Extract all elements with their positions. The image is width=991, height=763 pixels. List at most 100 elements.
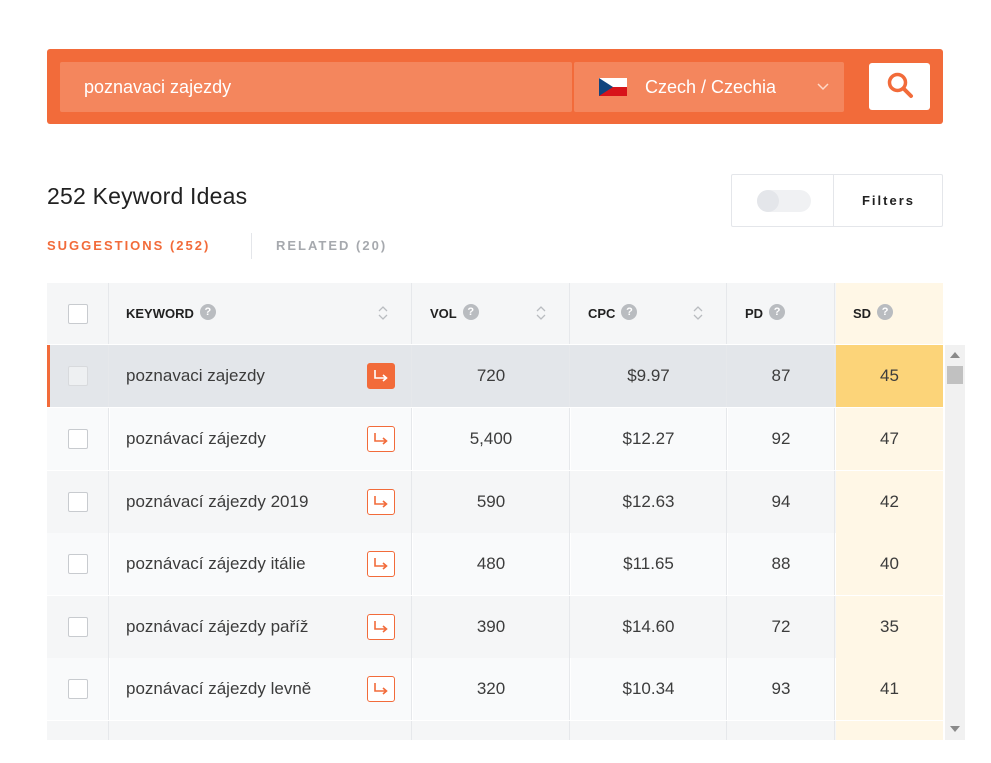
cpc-cell: $12.63 bbox=[571, 471, 727, 533]
row-checkbox[interactable] bbox=[67, 429, 88, 449]
keyword-header-label: KEYWORD bbox=[126, 306, 194, 321]
search-bar: Czech / Czechia bbox=[47, 49, 943, 124]
filters-panel: Filters bbox=[731, 174, 943, 227]
keyword-cell: poznávací zájezdy levně bbox=[110, 658, 412, 720]
keyword-cell: poznávací zájezdy itálie bbox=[110, 533, 412, 595]
keyword-cell: poznavaci zajezdy bbox=[110, 345, 412, 407]
tab-divider bbox=[251, 233, 252, 259]
keyword-detail-button[interactable] bbox=[367, 614, 395, 640]
sd-cell bbox=[836, 721, 943, 740]
keyword-text: poznavaci zajezdy bbox=[126, 366, 265, 385]
vol-column-header[interactable]: VOL ? bbox=[413, 283, 570, 344]
row-checkbox-cell bbox=[47, 721, 109, 740]
help-icon[interactable]: ? bbox=[462, 303, 479, 320]
sd-cell: 41 bbox=[836, 658, 943, 720]
search-icon bbox=[886, 71, 914, 102]
help-icon[interactable]: ? bbox=[877, 303, 894, 320]
row-checkbox-cell bbox=[47, 533, 109, 595]
sort-icon[interactable] bbox=[692, 304, 704, 325]
sd-cell: 40 bbox=[836, 533, 943, 595]
row-checkbox-cell bbox=[47, 658, 109, 720]
vol-header-label: VOL bbox=[430, 306, 457, 321]
arrow-right-icon bbox=[374, 496, 388, 508]
keyword-detail-button[interactable] bbox=[367, 489, 395, 515]
vol-cell: 590 bbox=[413, 471, 570, 533]
pd-cell: 93 bbox=[728, 658, 835, 720]
table-row[interactable]: poznávací zájezdy itálie 480 $11.65 88 4… bbox=[47, 533, 943, 595]
arrow-right-icon bbox=[374, 621, 388, 633]
table-row[interactable]: poznávací zájezdy 2019 590 $12.63 94 42 bbox=[47, 471, 943, 533]
arrow-right-icon bbox=[374, 683, 388, 695]
keyword-text: poznávací zájezdy levně bbox=[126, 679, 312, 698]
country-select[interactable]: Czech / Czechia bbox=[574, 62, 844, 112]
cpc-cell: $14.60 bbox=[571, 596, 727, 658]
sort-icon[interactable] bbox=[377, 304, 389, 325]
vol-cell: 720 bbox=[413, 345, 570, 407]
sd-cell: 45 bbox=[836, 345, 943, 407]
vol-cell: 320 bbox=[413, 658, 570, 720]
sort-icon[interactable] bbox=[535, 304, 547, 325]
filters-toggle[interactable] bbox=[757, 190, 811, 212]
table-row[interactable] bbox=[47, 721, 943, 740]
keyword-detail-button[interactable] bbox=[367, 676, 395, 702]
cpc-cell: $9.97 bbox=[571, 345, 727, 407]
row-checkbox-cell bbox=[47, 471, 109, 533]
cpc-column-header[interactable]: CPC ? bbox=[571, 283, 727, 344]
row-checkbox[interactable] bbox=[67, 366, 88, 386]
row-checkbox[interactable] bbox=[67, 554, 88, 574]
help-icon[interactable]: ? bbox=[769, 303, 786, 320]
arrow-right-icon bbox=[374, 433, 388, 445]
pd-cell: 88 bbox=[728, 533, 835, 595]
keyword-detail-button[interactable] bbox=[367, 426, 395, 452]
arrow-right-icon bbox=[374, 558, 388, 570]
scroll-down-arrow-icon[interactable] bbox=[950, 726, 960, 732]
help-icon[interactable]: ? bbox=[199, 303, 216, 320]
table-row[interactable]: poznavaci zajezdy 720 $9.97 87 45 bbox=[47, 345, 943, 407]
scroll-thumb[interactable] bbox=[947, 366, 963, 384]
select-all-checkbox[interactable] bbox=[67, 303, 88, 324]
keyword-search-input[interactable] bbox=[60, 62, 572, 112]
table-row[interactable]: poznávací zájezdy 5,400 $12.27 92 47 bbox=[47, 408, 943, 470]
row-checkbox[interactable] bbox=[67, 617, 88, 637]
country-label: Czech / Czechia bbox=[645, 77, 777, 97]
row-checkbox-cell bbox=[47, 345, 109, 407]
keyword-column-header[interactable]: KEYWORD ? bbox=[110, 283, 412, 344]
table-row[interactable]: poznávací zájezdy paříž 390 $14.60 72 35 bbox=[47, 596, 943, 658]
pd-cell bbox=[728, 721, 835, 740]
row-checkbox-cell bbox=[47, 596, 109, 658]
keyword-cell: poznávací zájezdy paříž bbox=[110, 596, 412, 658]
keyword-detail-button[interactable] bbox=[367, 363, 395, 389]
pd-cell: 92 bbox=[728, 408, 835, 470]
pd-cell: 94 bbox=[728, 471, 835, 533]
sd-cell: 47 bbox=[836, 408, 943, 470]
cpc-cell: $10.34 bbox=[571, 658, 727, 720]
tab-suggestions[interactable]: SUGGESTIONS (252) bbox=[47, 238, 210, 253]
pd-header-label: PD bbox=[745, 306, 764, 321]
filters-button[interactable]: Filters bbox=[834, 175, 943, 226]
pd-column-header[interactable]: PD ? bbox=[728, 283, 835, 344]
toggle-knob bbox=[757, 190, 779, 212]
vol-cell bbox=[413, 721, 570, 740]
help-icon[interactable]: ? bbox=[621, 303, 638, 320]
row-checkbox[interactable] bbox=[67, 492, 88, 512]
keyword-text: poznávací zájezdy itálie bbox=[126, 554, 306, 573]
vol-cell: 5,400 bbox=[413, 408, 570, 470]
scroll-up-arrow-icon[interactable] bbox=[950, 352, 960, 358]
keyword-cell: poznávací zájezdy 2019 bbox=[110, 471, 412, 533]
keyword-text: poznávací zájezdy 2019 bbox=[126, 492, 309, 511]
cpc-cell: $11.65 bbox=[571, 533, 727, 595]
tab-related[interactable]: RELATED (20) bbox=[276, 238, 387, 253]
keyword-ideas-title: 252 Keyword Ideas bbox=[47, 183, 248, 209]
sd-header-label: SD bbox=[853, 306, 872, 321]
sd-cell: 42 bbox=[836, 471, 943, 533]
keyword-detail-button[interactable] bbox=[367, 551, 395, 577]
czech-flag-icon bbox=[599, 78, 627, 96]
table-scrollbar[interactable] bbox=[945, 345, 965, 740]
vol-cell: 390 bbox=[413, 596, 570, 658]
row-checkbox[interactable] bbox=[67, 679, 88, 699]
keyword-cell bbox=[110, 721, 412, 740]
table-row[interactable]: poznávací zájezdy levně 320 $10.34 93 41 bbox=[47, 658, 943, 720]
sd-column-header[interactable]: SD ? bbox=[836, 283, 943, 344]
selected-row-indicator bbox=[47, 345, 50, 407]
search-button[interactable] bbox=[869, 63, 930, 110]
